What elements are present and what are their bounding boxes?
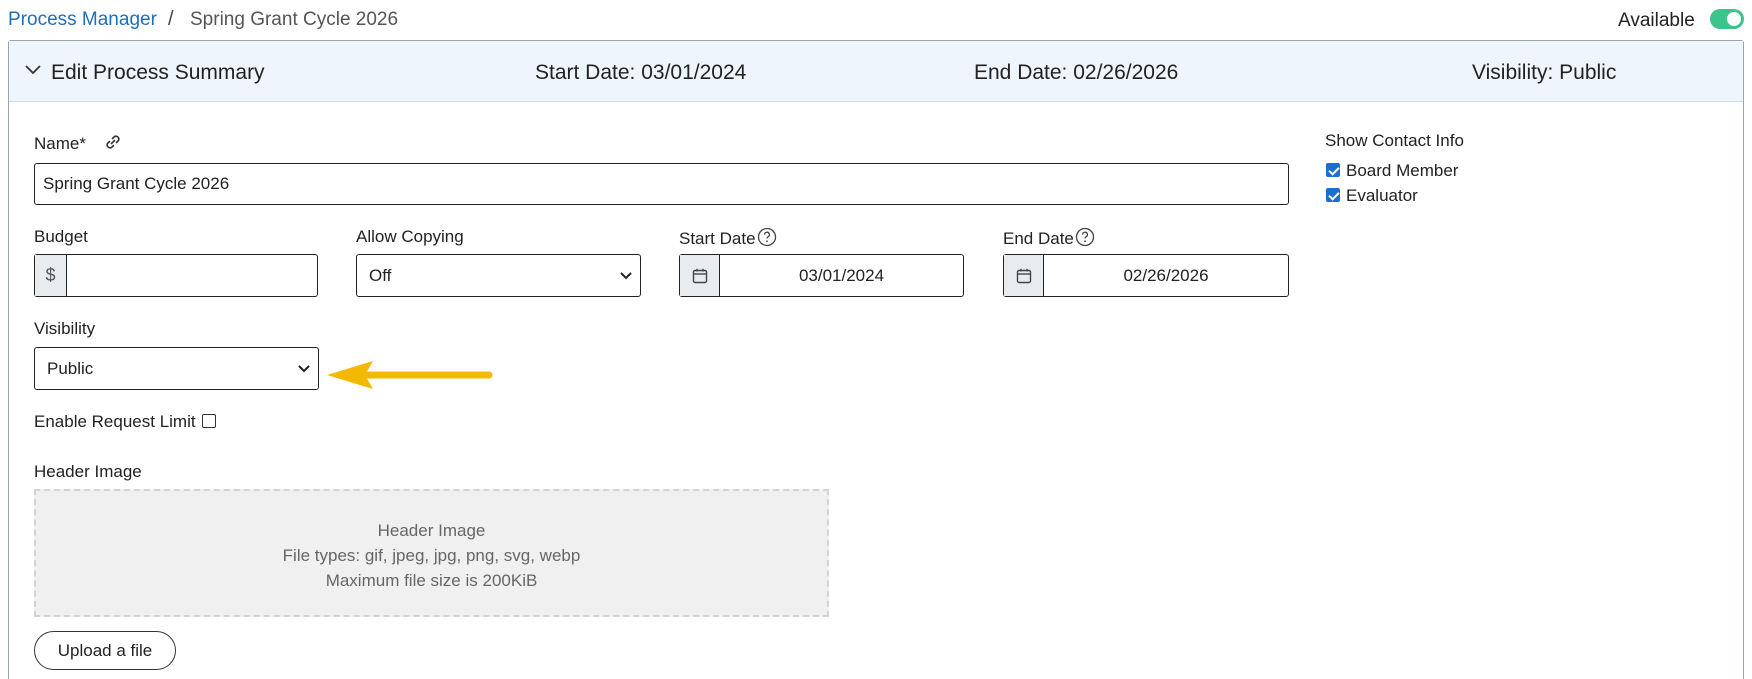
evaluator-checkbox[interactable] xyxy=(1326,188,1340,202)
board-member-checkbox[interactable] xyxy=(1326,163,1340,177)
budget-input[interactable]: $ xyxy=(34,254,318,297)
dropzone-title: Header Image xyxy=(377,521,486,540)
enable-request-limit-checkbox[interactable] xyxy=(202,414,216,428)
dropzone-file-types: File types: gif, jpeg, jpg, png, svg, we… xyxy=(282,546,581,565)
evaluator-label: Evaluator xyxy=(1346,186,1418,205)
end-date-label-text: End Date xyxy=(1003,229,1074,248)
start-date-label-text: Start Date xyxy=(679,229,756,248)
header-start-date: Start Date: 03/01/2024 xyxy=(535,61,747,84)
visibility-value: Public xyxy=(47,358,94,378)
link-icon[interactable] xyxy=(103,132,123,152)
dropzone-max-size: Maximum file size is 200KiB xyxy=(325,571,538,590)
allow-copying-label: Allow Copying xyxy=(356,227,464,246)
visibility-select[interactable]: Public xyxy=(34,347,319,390)
header-visibility: Visibility: Public xyxy=(1472,61,1617,84)
breadcrumb-process-manager-link[interactable]: Process Manager xyxy=(8,9,157,31)
end-date-value: 02/26/2026 xyxy=(1123,266,1209,285)
breadcrumb-separator: / xyxy=(168,8,174,30)
header-image-label: Header Image xyxy=(34,462,142,481)
upload-file-button[interactable]: Upload a file xyxy=(34,631,176,670)
budget-label: Budget xyxy=(34,227,88,246)
chevron-down-icon[interactable] xyxy=(23,59,43,79)
header-end-date: End Date: 02/26/2026 xyxy=(974,61,1179,84)
calendar-icon[interactable] xyxy=(1004,255,1044,296)
allow-copying-select[interactable]: Off xyxy=(356,254,641,297)
chevron-down-icon xyxy=(620,272,632,280)
panel-title: Edit Process Summary xyxy=(51,61,265,84)
allow-copying-value: Off xyxy=(369,265,392,285)
calendar-icon[interactable] xyxy=(680,255,720,296)
available-label: Available xyxy=(1618,10,1695,31)
name-label: Name* xyxy=(34,134,86,153)
header-image-dropzone[interactable]: Header Image File types: gif, jpeg, jpg,… xyxy=(34,489,829,617)
arrow-annotation-icon xyxy=(327,361,493,389)
start-date-input[interactable]: 03/01/2024 xyxy=(679,254,964,297)
dollar-prefix: $ xyxy=(35,255,67,296)
start-date-value: 03/01/2024 xyxy=(798,266,885,285)
end-date-input[interactable]: 02/26/2026 xyxy=(1003,254,1289,297)
end-date-label: End Date xyxy=(1003,227,1095,249)
board-member-label: Board Member xyxy=(1346,161,1459,180)
start-date-label: Start Date xyxy=(679,227,777,249)
name-input[interactable]: Spring Grant Cycle 2026 xyxy=(34,163,1289,205)
enable-request-limit-label: Enable Request Limit xyxy=(34,412,196,431)
chevron-down-icon xyxy=(298,365,310,373)
breadcrumb-current: Spring Grant Cycle 2026 xyxy=(190,9,399,30)
help-icon[interactable] xyxy=(1075,227,1095,247)
show-contact-info-label: Show Contact Info xyxy=(1325,131,1464,150)
panel-header[interactable]: Edit Process Summary Start Date: 03/01/2… xyxy=(9,41,1743,102)
top-bar: Process Manager / Spring Grant Cycle 202… xyxy=(0,0,1752,40)
visibility-label: Visibility xyxy=(34,319,96,338)
help-icon[interactable] xyxy=(757,227,777,247)
available-toggle[interactable] xyxy=(1710,9,1744,29)
